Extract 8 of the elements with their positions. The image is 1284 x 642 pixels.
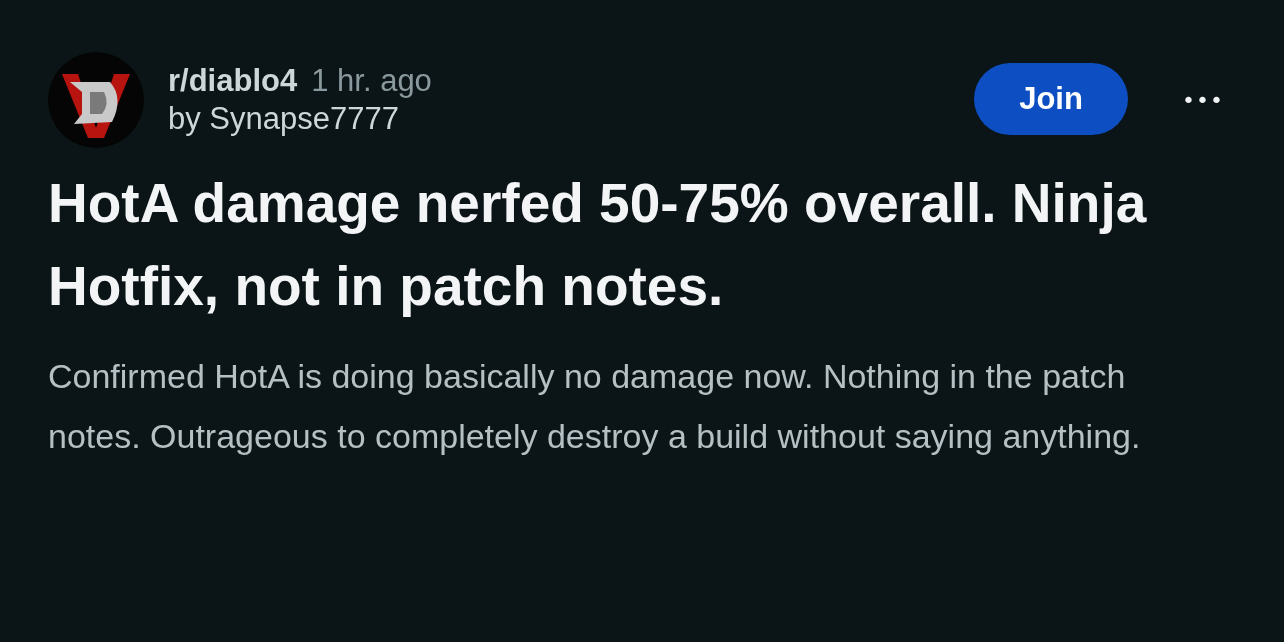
more-button[interactable]: ••• — [1182, 87, 1224, 113]
subreddit-link[interactable]: r/diablo4 — [168, 63, 298, 99]
subreddit-avatar[interactable] — [48, 52, 144, 148]
post-time: 1 hr. ago — [311, 63, 432, 99]
post-title: HotA damage nerfed 50-75% overall. Ninja Hotfix, not in patch notes. — [48, 171, 1148, 319]
post-body: Confirmed HotA is doing basically no damage now. Nothing in the patch notes. Outrageous to completely destroy a build without saying anything. — [48, 356, 1142, 457]
author-link[interactable]: by Synapse7777 — [168, 101, 975, 137]
join-button[interactable]: Join — [974, 63, 1129, 135]
